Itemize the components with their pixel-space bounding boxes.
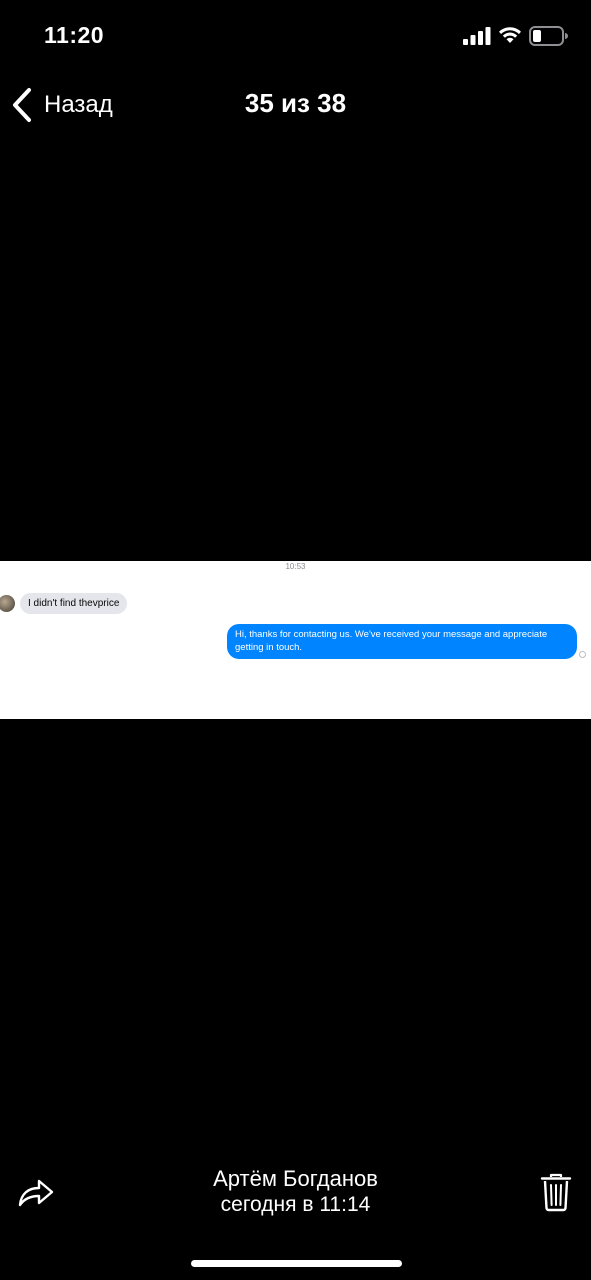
sender-info: Артём Богданов сегодня в 11:14 [0,1166,591,1217]
photo-counter-title: 35 из 38 [244,88,347,118]
signal-icon [463,27,491,45]
incoming-message-bubble: I didn't find thevprice [20,593,128,614]
attachment-photo[interactable]: 10:53 I didn't find thevprice Hi, thanks… [0,561,591,719]
navigation-bar: Назад 35 из 38 [0,78,591,132]
delete-button[interactable] [540,1172,572,1212]
trash-icon [540,1173,572,1212]
chat-timestamp: 10:53 [285,562,306,571]
battery-icon [529,26,568,46]
seen-indicator-icon [579,651,586,658]
status-time: 11:20 [44,22,105,48]
outgoing-message-bubble: Hi, thanks for contacting us. We've rece… [227,624,577,659]
sent-time: сегодня в 11:14 [220,1193,371,1216]
avatar [0,595,15,612]
home-indicator[interactable] [191,1260,402,1267]
sender-name: Артём Богданов [213,1166,378,1191]
wifi-icon [499,27,521,43]
status-bar: 11:20 [0,0,591,72]
